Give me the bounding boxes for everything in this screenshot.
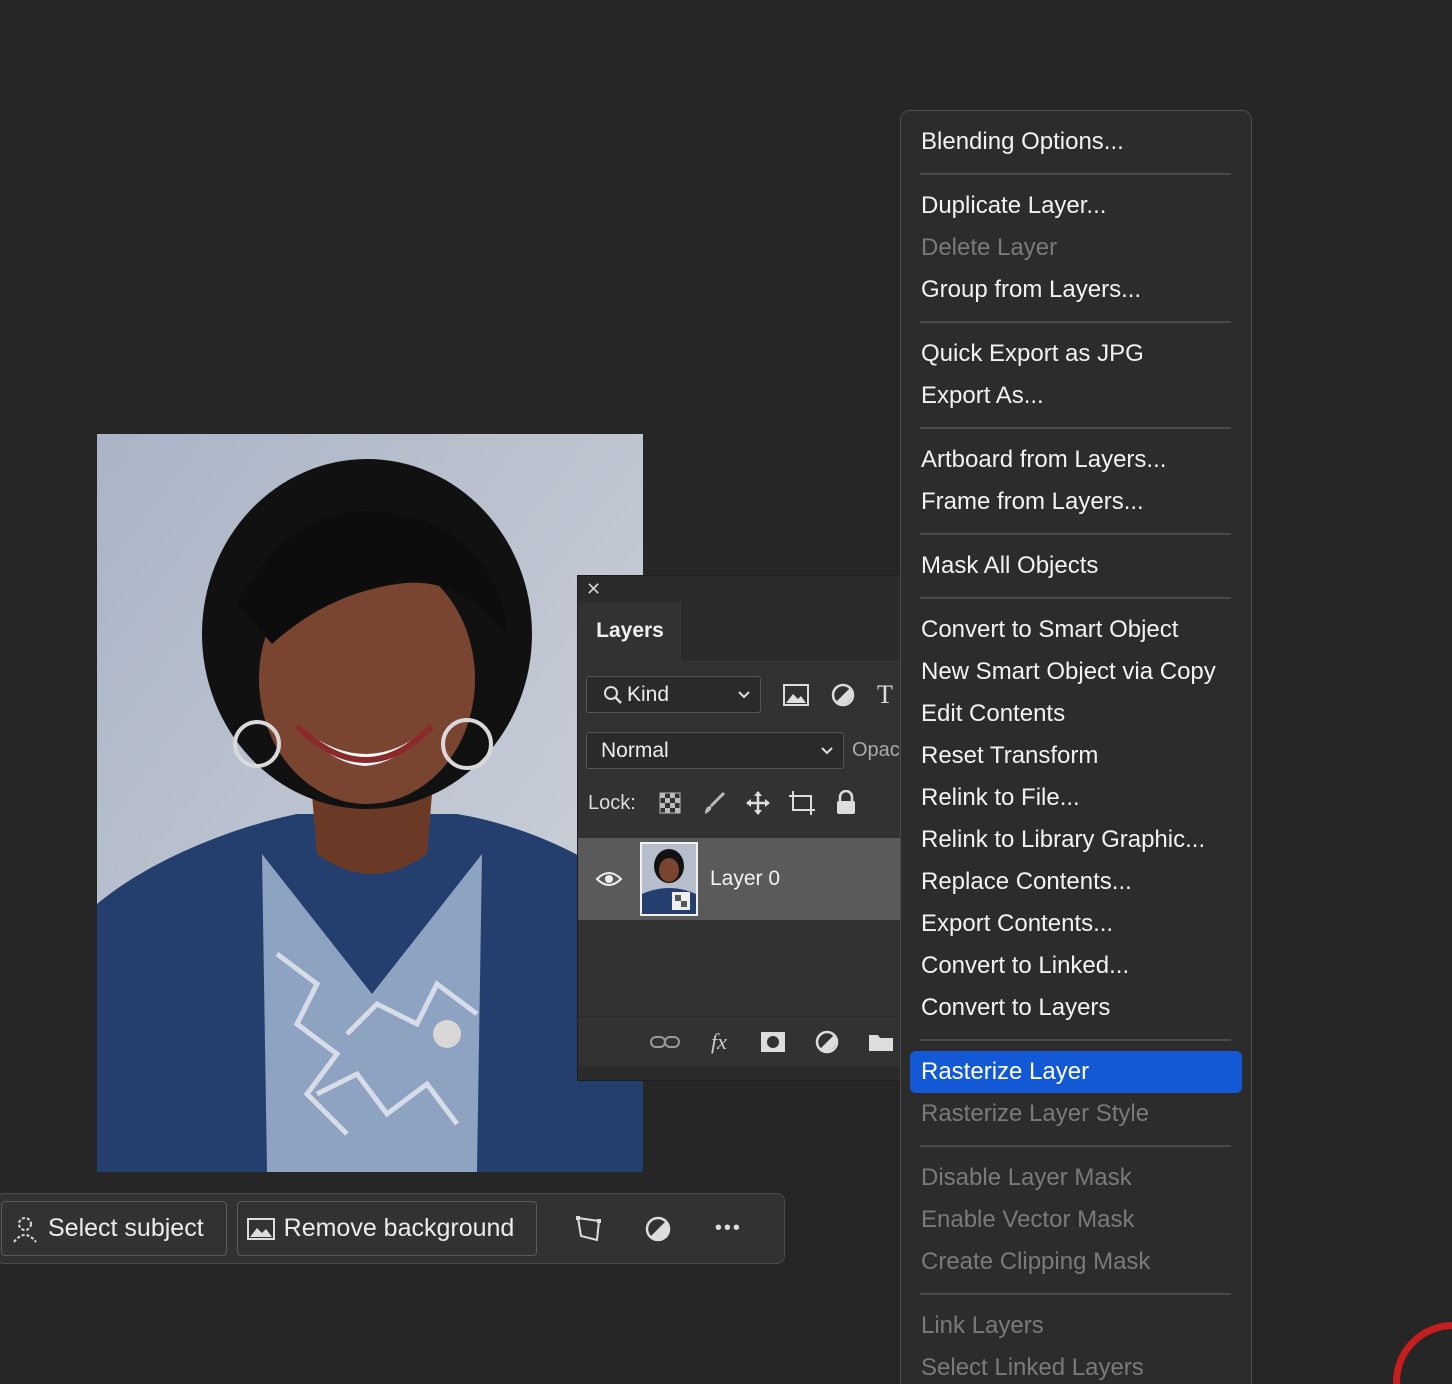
canvas-photo[interactable] <box>97 434 643 1172</box>
select-subject-icon <box>10 1214 40 1244</box>
contextual-task-bar: Select subject Remove background ••• <box>0 1193 785 1264</box>
close-icon[interactable]: ✕ <box>586 579 601 600</box>
menu-separator <box>920 533 1231 535</box>
lock-position-move-icon[interactable] <box>736 790 780 816</box>
menu-item-duplicate-layer[interactable]: Duplicate Layer... <box>901 185 1241 227</box>
menu-item-replace-contents[interactable]: Replace Contents... <box>901 861 1241 903</box>
lock-row: Lock: <box>588 790 868 816</box>
fx-icon[interactable]: fx <box>692 1029 746 1055</box>
menu-item-enable-vector-mask: Enable Vector Mask <box>921 1206 1135 1233</box>
tab-layers[interactable]: Layers <box>578 602 683 660</box>
menu-item-relink-to-library-graphic[interactable]: Relink to Library Graphic... <box>901 819 1241 861</box>
lock-all-icon[interactable] <box>824 790 868 816</box>
menu-item-reset-transform[interactable]: Reset Transform <box>901 735 1241 777</box>
opacity-label: Opac <box>852 739 900 761</box>
new-fill-adjustment-icon[interactable] <box>800 1030 854 1054</box>
menu-item-delete-layer: Delete Layer <box>921 234 1058 261</box>
menu-item-create-clipping-mask: Create Clipping Mask <box>921 1248 1151 1275</box>
search-icon <box>603 685 623 705</box>
menu-separator <box>920 427 1231 429</box>
adjustment-filter-icon[interactable] <box>831 683 855 707</box>
menu-item-rasterize-layer[interactable]: Rasterize Layer <box>910 1051 1242 1093</box>
layer-thumbnail <box>640 842 698 916</box>
menu-separator <box>920 1145 1231 1147</box>
menu-item-disable-layer-mask: Disable Layer Mask <box>921 1164 1132 1191</box>
remove-background-button[interactable]: Remove background <box>236 1201 538 1256</box>
more-options-icon[interactable]: ••• <box>699 1201 757 1256</box>
lock-artboard-icon[interactable] <box>780 790 824 816</box>
blend-mode-select[interactable]: Normal <box>586 732 844 769</box>
lock-label: Lock: <box>588 791 636 814</box>
menu-item-mask-all-objects[interactable]: Mask All Objects <box>901 545 1241 587</box>
layers-panel: ✕ Layers Kind T Normal Opac Lock: Layer … <box>577 575 908 1081</box>
menu-separator <box>920 321 1231 323</box>
menu-item-group-from-layers[interactable]: Group from Layers... <box>901 269 1241 311</box>
adjustment-icon[interactable] <box>629 1201 687 1256</box>
menu-separator <box>920 1039 1231 1041</box>
filter-row: Kind T <box>586 676 893 713</box>
menu-separator <box>920 173 1231 175</box>
remove-background-label: Remove background <box>283 1214 515 1242</box>
panel-footer: fx <box>578 1016 908 1066</box>
menu-item-blending-options[interactable]: Blending Options... <box>901 121 1241 163</box>
blend-mode-value: Normal <box>601 738 669 762</box>
panel-titlebar: ✕ <box>578 576 906 602</box>
menu-item-export-as[interactable]: Export As... <box>901 375 1241 417</box>
pixel-filter-icon[interactable] <box>783 683 809 706</box>
menu-item-artboard-from-layers[interactable]: Artboard from Layers... <box>901 439 1241 481</box>
layer-context-menu: Blending Options... Duplicate Layer... Del… <box>900 110 1252 1384</box>
chevron-down-icon <box>736 684 752 708</box>
layer-name[interactable]: Layer 0 <box>710 867 780 891</box>
corner-ring-decoration <box>1393 1322 1452 1384</box>
menu-item-rasterize-layer-style: Rasterize Layer Style <box>921 1100 1150 1127</box>
menu-item-convert-to-smart-object[interactable]: Convert to Smart Object <box>901 609 1241 651</box>
type-filter-icon[interactable]: T <box>877 680 893 710</box>
menu-item-frame-from-layers[interactable]: Frame from Layers... <box>901 481 1241 523</box>
filter-kind-value: Kind <box>627 682 670 706</box>
portrait-image <box>97 434 643 1172</box>
link-layers-icon[interactable] <box>638 1034 692 1050</box>
menu-item-select-linked-layers: Select Linked Layers <box>921 1354 1144 1381</box>
image-icon <box>246 1214 276 1244</box>
menu-item-export-contents[interactable]: Export Contents... <box>901 903 1241 945</box>
menu-item-edit-contents[interactable]: Edit Contents <box>901 693 1241 735</box>
blend-row: Normal Opac <box>586 732 900 769</box>
menu-item-link-layers: Link Layers <box>921 1312 1044 1339</box>
menu-item-convert-to-linked[interactable]: Convert to Linked... <box>901 945 1241 987</box>
add-mask-icon[interactable] <box>746 1031 800 1053</box>
layer-row[interactable]: Layer 0 <box>578 838 908 920</box>
visibility-eye-icon[interactable] <box>578 870 640 888</box>
lock-pixels-brush-icon[interactable] <box>692 790 736 816</box>
menu-item-relink-to-file[interactable]: Relink to File... <box>901 777 1241 819</box>
select-subject-label: Select subject <box>48 1214 204 1242</box>
transform-icon[interactable] <box>559 1201 617 1256</box>
panel-resize-grip[interactable] <box>578 1066 908 1080</box>
menu-separator <box>920 1293 1231 1295</box>
menu-separator <box>920 597 1231 599</box>
select-subject-button[interactable]: Select subject <box>1 1201 227 1256</box>
lock-transparent-icon[interactable] <box>648 792 692 814</box>
menu-item-convert-to-layers[interactable]: Convert to Layers <box>901 987 1241 1029</box>
filter-kind-select[interactable]: Kind <box>586 676 761 713</box>
menu-item-quick-export-as-jpg[interactable]: Quick Export as JPG <box>901 333 1241 375</box>
menu-item-new-smart-object-via-copy[interactable]: New Smart Object via Copy <box>901 651 1241 693</box>
chevron-down-icon <box>819 740 835 764</box>
panel-tabs: Layers <box>578 602 906 660</box>
